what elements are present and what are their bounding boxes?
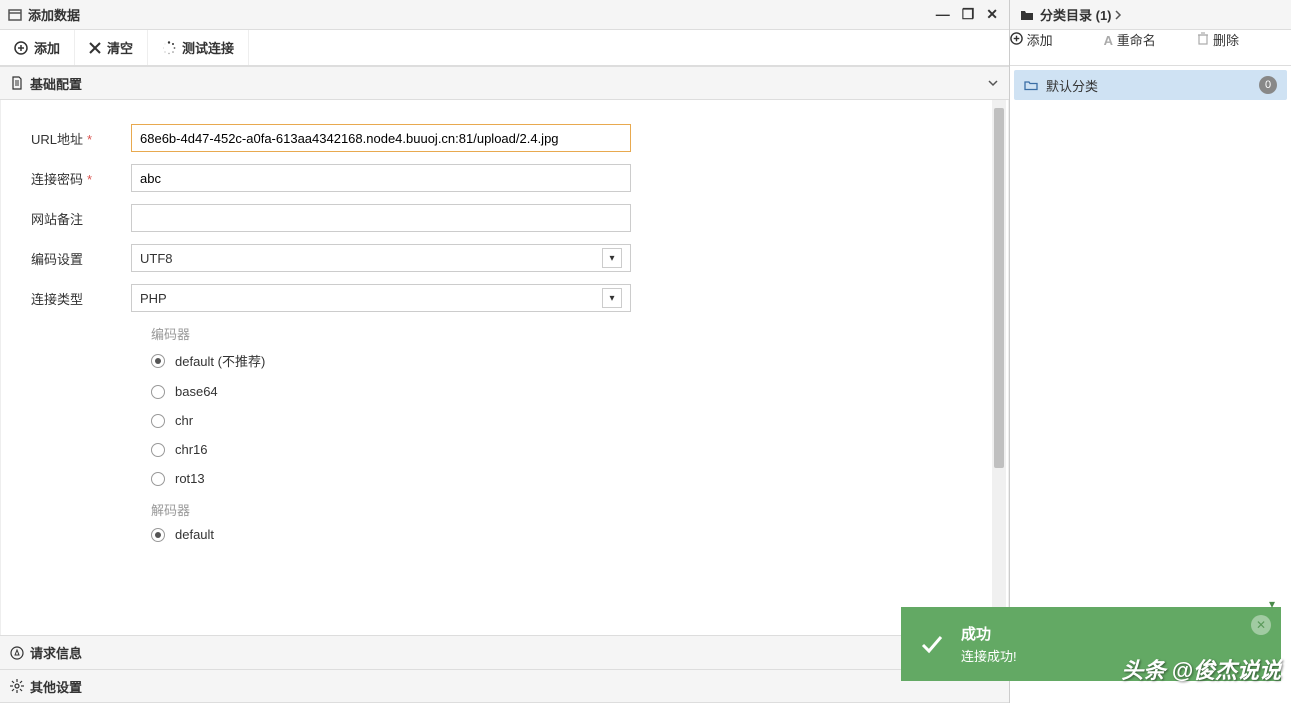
- request-info-label: 请求信息: [30, 643, 82, 662]
- scrollbar[interactable]: [992, 100, 1006, 635]
- spinner-icon: [162, 41, 176, 55]
- chevron-down-icon: [987, 77, 999, 89]
- toast-body: 连接成功!: [961, 646, 1017, 665]
- font-a-icon: A: [1104, 33, 1113, 48]
- password-input[interactable]: [131, 164, 631, 192]
- radio-icon: [151, 414, 165, 428]
- radio-icon: [151, 472, 165, 486]
- chevron-down-icon: ▾: [602, 288, 622, 308]
- add-label: 添加: [34, 38, 60, 57]
- gear-icon: [10, 679, 24, 693]
- note-label: 网站备注: [21, 209, 131, 228]
- plus-circle-icon: [1010, 32, 1023, 45]
- other-settings-section[interactable]: 其他设置: [0, 669, 1009, 703]
- window-icon: [8, 8, 22, 22]
- decoder-option[interactable]: default: [151, 527, 988, 542]
- add-button[interactable]: 添加: [0, 30, 75, 65]
- note-input[interactable]: [131, 204, 631, 232]
- decoder-option-label: default: [175, 527, 214, 542]
- test-connection-button[interactable]: 测试连接: [148, 30, 249, 65]
- cat-rename-button[interactable]: A 重命名: [1104, 30, 1198, 65]
- encoder-option-label: chr: [175, 413, 193, 428]
- window-title: 添加数据: [28, 5, 80, 24]
- encoding-value: UTF8: [140, 251, 602, 266]
- url-label: URL地址*: [21, 129, 131, 148]
- encoder-option-label: base64: [175, 384, 218, 399]
- basic-config-section[interactable]: 基础配置: [0, 66, 1009, 100]
- scroll-thumb[interactable]: [994, 108, 1004, 468]
- encoder-option[interactable]: rot13: [151, 471, 988, 486]
- maximize-button[interactable]: ❐: [959, 6, 978, 23]
- radio-icon: [151, 385, 165, 399]
- x-icon: [89, 42, 101, 54]
- chevron-down-icon: ▾: [1269, 597, 1275, 611]
- encoder-option[interactable]: default (不推荐): [151, 351, 988, 370]
- folder-outline-icon: [1024, 78, 1038, 92]
- check-icon: [917, 629, 947, 659]
- clear-button[interactable]: 清空: [75, 30, 148, 65]
- category-item-label: 默认分类: [1046, 76, 1098, 95]
- cat-add-button[interactable]: 添加: [1010, 30, 1104, 65]
- basic-config-label: 基础配置: [30, 74, 82, 93]
- clear-label: 清空: [107, 38, 133, 57]
- decoder-heading: 解码器: [151, 500, 988, 519]
- chevron-right-icon[interactable]: [1112, 9, 1124, 21]
- conntype-value: PHP: [140, 291, 602, 306]
- category-title: 分类目录 (1): [1040, 5, 1112, 24]
- compass-icon: [10, 646, 24, 660]
- conntype-select[interactable]: PHP ▾: [131, 284, 631, 312]
- encoder-option[interactable]: chr: [151, 413, 988, 428]
- encoder-option[interactable]: chr16: [151, 442, 988, 457]
- document-icon: [10, 76, 24, 90]
- cat-delete-button[interactable]: 删除: [1197, 30, 1291, 65]
- url-input[interactable]: [131, 124, 631, 152]
- category-count-badge: 0: [1259, 76, 1277, 94]
- encoder-heading: 编码器: [151, 324, 988, 343]
- cat-rename-label: 重命名: [1117, 33, 1156, 48]
- toast-title: 成功: [961, 623, 1017, 644]
- trash-icon: [1197, 32, 1209, 45]
- password-label: 连接密码*: [21, 169, 131, 188]
- cat-add-label: 添加: [1027, 33, 1053, 48]
- encoder-option-label: default (不推荐): [175, 351, 265, 370]
- success-toast: ▾ 成功 连接成功! ✕: [901, 607, 1281, 681]
- plus-circle-icon: [14, 41, 28, 55]
- folder-icon: [1020, 8, 1034, 22]
- close-window-button[interactable]: ✕: [983, 6, 1001, 23]
- other-settings-label: 其他设置: [30, 677, 82, 696]
- radio-icon: [151, 354, 165, 368]
- cat-delete-label: 删除: [1213, 33, 1239, 48]
- encoder-option[interactable]: base64: [151, 384, 988, 399]
- test-label: 测试连接: [182, 38, 234, 57]
- encoding-select[interactable]: UTF8 ▾: [131, 244, 631, 272]
- encoding-label: 编码设置: [21, 249, 131, 268]
- radio-icon: [151, 443, 165, 457]
- encoder-option-label: chr16: [175, 442, 208, 457]
- chevron-down-icon: ▾: [602, 248, 622, 268]
- close-toast-button[interactable]: ✕: [1251, 615, 1271, 635]
- encoder-option-label: rot13: [175, 471, 205, 486]
- request-info-section[interactable]: 请求信息: [0, 635, 1009, 669]
- minimize-button[interactable]: —: [933, 6, 953, 23]
- conntype-label: 连接类型: [21, 289, 131, 308]
- radio-icon: [151, 528, 165, 542]
- category-item-default[interactable]: 默认分类 0: [1014, 70, 1287, 100]
